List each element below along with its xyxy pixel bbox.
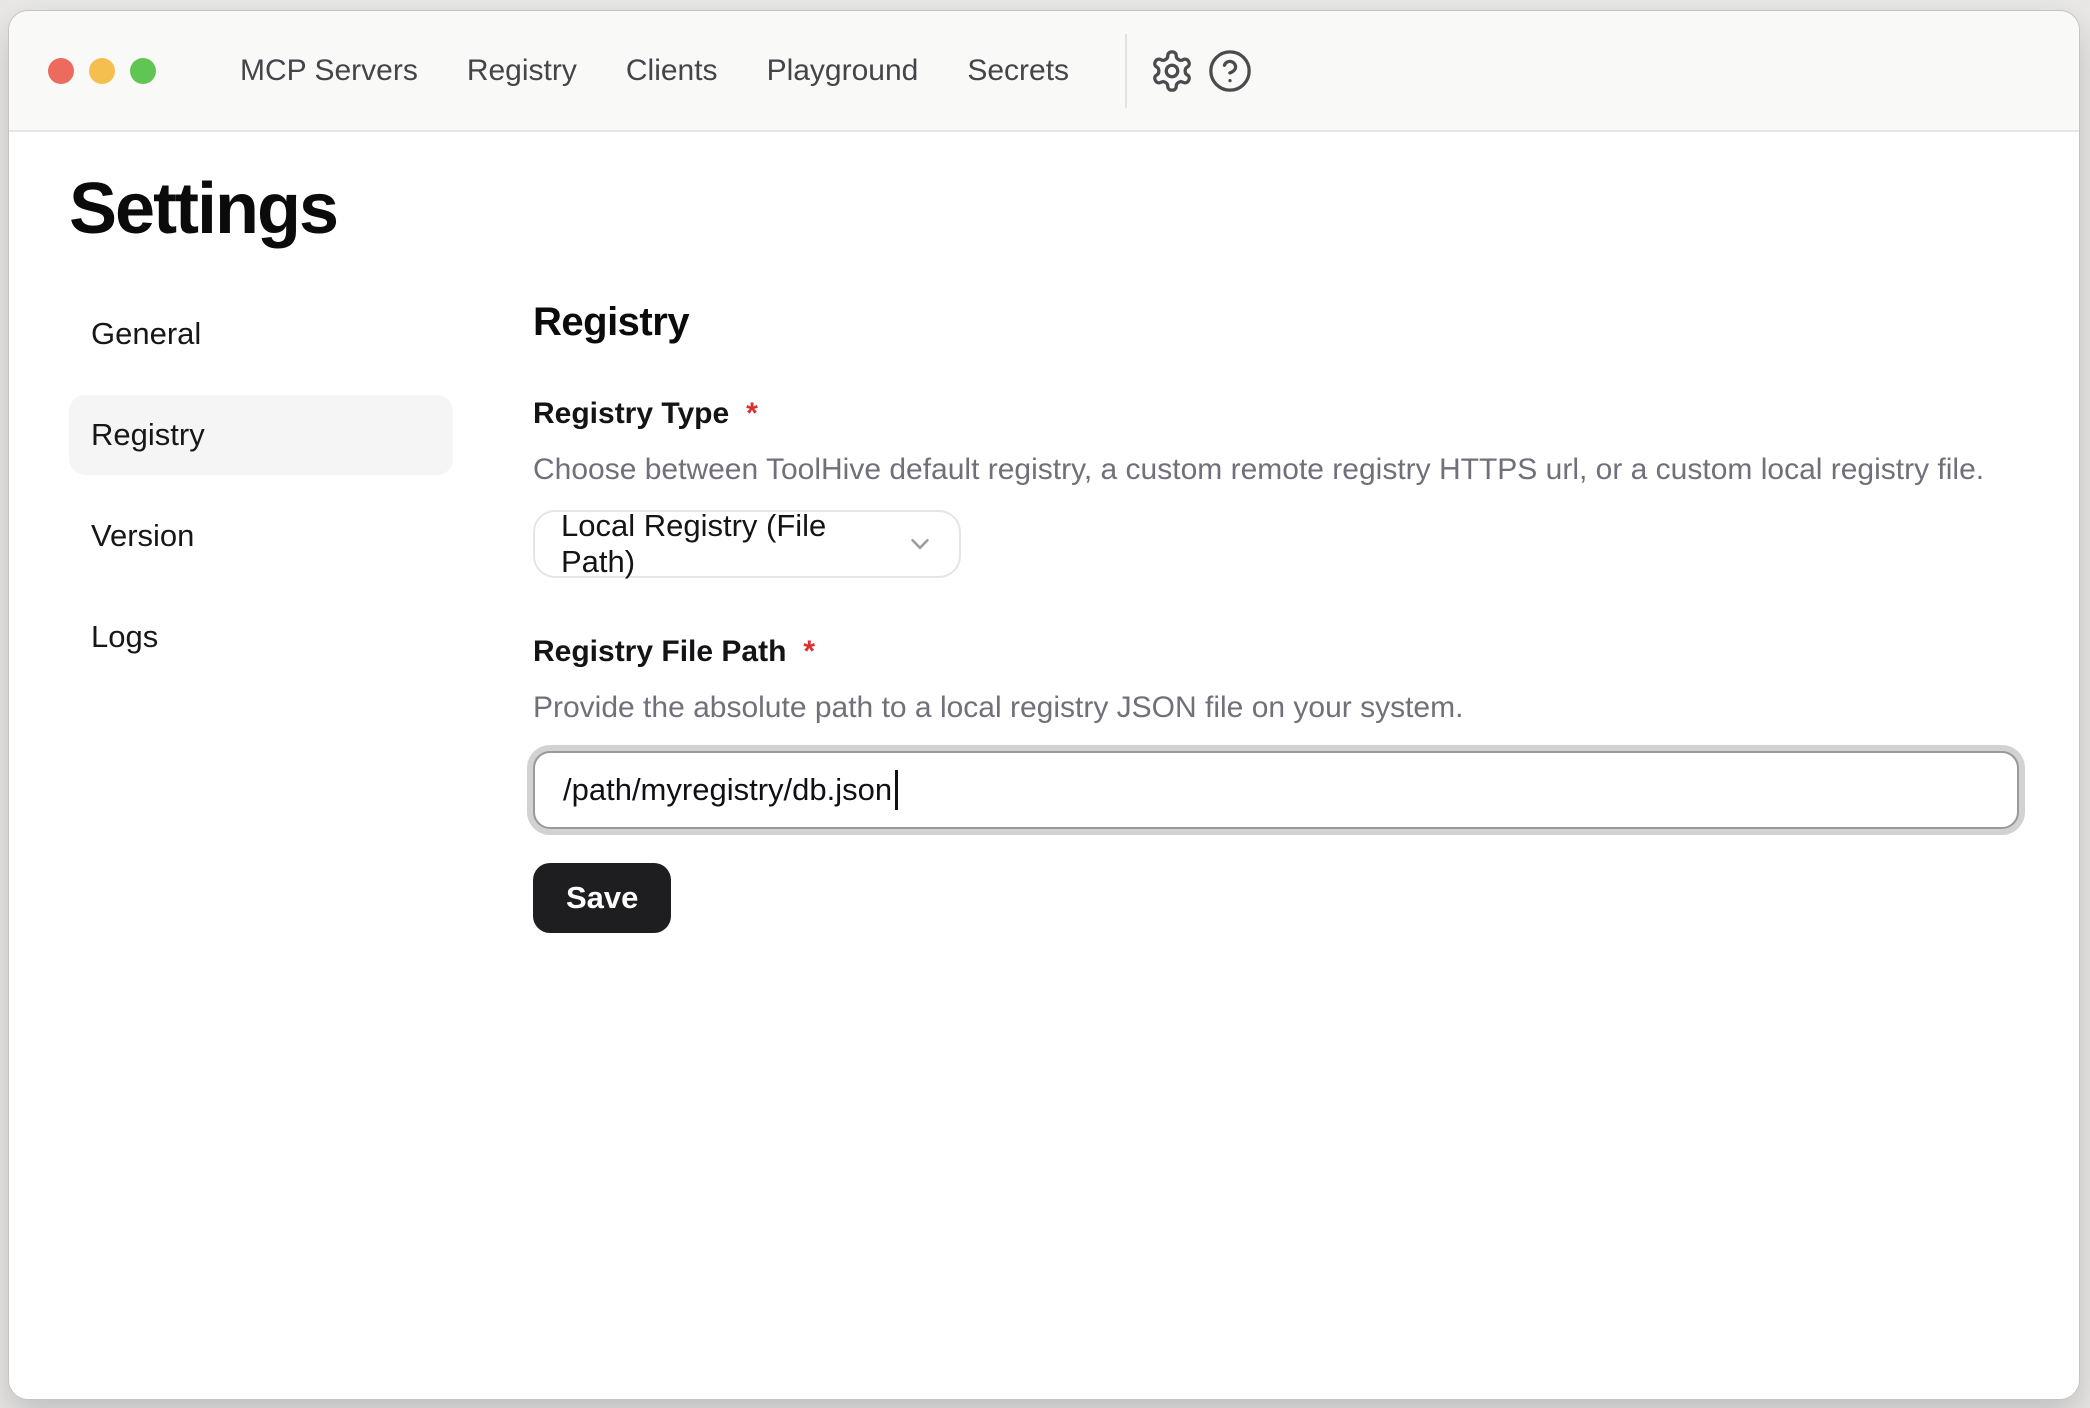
registry-type-select[interactable]: Local Registry (File Path) — [533, 510, 961, 578]
registry-file-path-input[interactable]: /path/myregistry/db.json — [533, 751, 2019, 829]
titlebar: MCP Servers Registry Clients Playground … — [9, 11, 2079, 132]
nav-item-mcp-servers[interactable]: MCP Servers — [240, 56, 418, 86]
settings-page: Settings General Registry Version Logs R… — [9, 132, 2079, 1399]
sidebar-item-logs[interactable]: Logs — [69, 597, 453, 677]
field-label-text: Registry Type — [533, 396, 729, 432]
required-asterisk: * — [803, 634, 815, 670]
chevron-down-icon — [887, 529, 935, 559]
window-maximize-button[interactable] — [130, 58, 156, 84]
save-button[interactable]: Save — [533, 863, 671, 933]
settings-button[interactable] — [1143, 42, 1201, 100]
registry-type-label: Registry Type * — [533, 396, 2019, 432]
window-minimize-button[interactable] — [89, 58, 115, 84]
nav-item-playground[interactable]: Playground — [767, 56, 919, 86]
required-asterisk: * — [746, 396, 758, 432]
help-circle-icon — [1207, 48, 1253, 94]
nav-item-clients[interactable]: Clients — [626, 56, 718, 86]
traffic-lights — [48, 58, 156, 84]
nav-item-registry[interactable]: Registry — [467, 56, 577, 86]
app-window: MCP Servers Registry Clients Playground … — [8, 10, 2080, 1400]
select-value: Local Registry (File Path) — [561, 508, 887, 580]
registry-file-path-description: Provide the absolute path to a local reg… — [533, 691, 2019, 726]
registry-type-field: Registry Type * Choose between ToolHive … — [533, 396, 2019, 578]
settings-sidebar: General Registry Version Logs — [69, 294, 453, 698]
input-value: /path/myregistry/db.json — [563, 772, 892, 808]
registry-file-path-label: Registry File Path * — [533, 634, 2019, 670]
sidebar-item-version[interactable]: Version — [69, 496, 453, 576]
field-label-text: Registry File Path — [533, 634, 786, 670]
section-heading: Registry — [533, 298, 2019, 346]
registry-file-path-field: Registry File Path * Provide the absolut… — [533, 634, 2019, 830]
gear-icon — [1149, 48, 1195, 94]
top-nav: MCP Servers Registry Clients Playground … — [240, 56, 1069, 86]
help-button[interactable] — [1201, 42, 1259, 100]
registry-type-description: Choose between ToolHive default registry… — [533, 453, 2019, 488]
page-title: Settings — [69, 166, 2019, 252]
nav-item-secrets[interactable]: Secrets — [967, 56, 1069, 86]
registry-settings-panel: Registry Registry Type * Choose between … — [533, 294, 2019, 933]
sidebar-item-registry[interactable]: Registry — [69, 395, 453, 475]
nav-divider — [1125, 34, 1127, 108]
window-close-button[interactable] — [48, 58, 74, 84]
text-caret — [895, 770, 898, 810]
sidebar-item-general[interactable]: General — [69, 294, 453, 374]
